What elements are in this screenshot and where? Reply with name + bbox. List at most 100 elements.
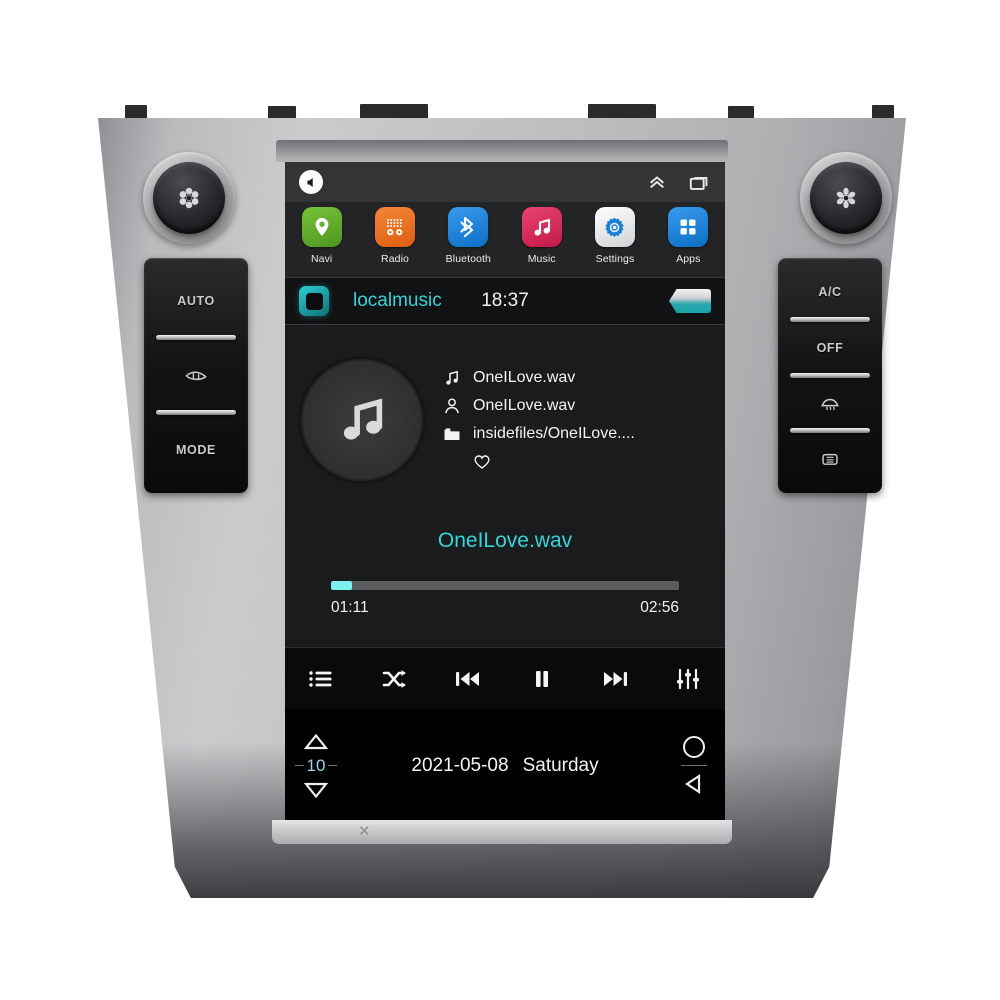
track-title-text: OneILove.wav: [473, 369, 576, 386]
equalizer-icon: [677, 668, 700, 689]
progress-fill: [331, 581, 352, 590]
progress-slider[interactable]: [331, 581, 679, 590]
nav-right-controls: [663, 709, 725, 822]
bottom-nav-bar: 10 2021-05-08 Saturday: [285, 709, 725, 822]
weekday-text: Saturday: [522, 754, 599, 776]
grid-apps-icon: [680, 219, 696, 235]
time-row: 01:11 02:56: [331, 599, 679, 617]
app-radio[interactable]: Radio: [358, 202, 431, 277]
off-button[interactable]: OFF: [778, 320, 882, 378]
volume-dash-right: [328, 764, 338, 767]
music-note-icon: [446, 370, 458, 385]
progress-zone: 01:11 02:56: [285, 567, 725, 647]
home-square-inner: [305, 292, 323, 310]
elapsed-time: 01:11: [331, 599, 369, 616]
navi-icon-tile: [301, 207, 342, 247]
next-track-icon: [603, 671, 627, 686]
media-title-bar: localmusic 18:37: [285, 277, 725, 325]
rear-defrost-icon: [185, 371, 207, 381]
pause-icon: [535, 670, 548, 687]
left-button-cluster: AUTO MODE: [144, 258, 248, 493]
app-music[interactable]: Music: [505, 202, 578, 277]
app-bluetooth[interactable]: Bluetooth: [432, 202, 505, 277]
app-label: Apps: [676, 253, 701, 265]
triangle-back-icon[interactable]: [683, 773, 705, 795]
circle-home-icon[interactable]: [683, 735, 705, 758]
app-label: Music: [527, 253, 556, 265]
album-art[interactable]: [301, 359, 423, 481]
app-apps[interactable]: Apps: [652, 202, 725, 277]
rear-window-defrost-button[interactable]: [778, 431, 882, 487]
car-head-unit: AUTO MODE A/C OFF Navi Radio Bluetooth M…: [0, 0, 1000, 1000]
shuffle-button[interactable]: [358, 668, 431, 690]
app-label: Settings: [595, 253, 635, 265]
recent-apps-icon[interactable]: [689, 173, 711, 192]
off-button-label: OFF: [816, 340, 844, 355]
temperature-knob[interactable]: [810, 162, 882, 234]
list-icon: [309, 670, 332, 687]
transport-bar: [285, 647, 725, 709]
date-display: 2021-05-08 Saturday: [347, 709, 663, 822]
person-icon: [445, 398, 459, 414]
front-defrost-button[interactable]: [778, 376, 882, 434]
track-path-row: insidefiles/OneILove....: [443, 425, 635, 443]
rear-defrost-button[interactable]: [144, 338, 248, 415]
music-note-icon: [343, 398, 383, 440]
nav-divider: [681, 764, 707, 767]
status-bar: [285, 162, 725, 202]
app-label: Navi: [310, 253, 333, 265]
bottom-lip-marker: ✕: [358, 823, 371, 840]
equalizer-button[interactable]: [652, 668, 725, 690]
triangle-down-icon[interactable]: [303, 782, 329, 799]
app-dock: Navi Radio Bluetooth Music Settings Apps: [285, 202, 725, 277]
back-arrow-chip[interactable]: [669, 289, 711, 313]
track-metadata: OneILove.wav OneILove.wav insidefiles/On…: [443, 369, 635, 471]
double-chevron-up-icon[interactable]: [647, 172, 667, 192]
total-time: 02:56: [640, 599, 679, 616]
home-square-icon[interactable]: [299, 286, 329, 316]
screen-top-lip: [276, 140, 728, 162]
now-playing-panel: OneILove.wav OneILove.wav insidefiles/On…: [285, 325, 725, 515]
left-knob-well: [143, 152, 235, 244]
mode-button-label: MODE: [176, 442, 216, 457]
folder-icon: [444, 428, 460, 440]
touchscreen[interactable]: Navi Radio Bluetooth Music Settings Apps…: [285, 162, 725, 822]
auto-button-label: AUTO: [177, 294, 215, 309]
right-knob-well: [800, 152, 892, 244]
previous-button[interactable]: [432, 668, 505, 690]
date-text: 2021-05-08: [411, 754, 509, 776]
app-label: Bluetooth: [445, 253, 491, 265]
track-title-banner: OneILove.wav: [285, 515, 725, 567]
track-title-row: OneILove.wav: [443, 369, 635, 387]
shuffle-icon: [382, 669, 406, 688]
media-source-label: localmusic: [353, 290, 442, 311]
track-title-large: OneILove.wav: [437, 529, 573, 552]
heart-icon: [474, 455, 490, 469]
playlist-button[interactable]: [285, 668, 358, 690]
settings-icon-tile: [594, 207, 635, 247]
next-button[interactable]: [578, 668, 651, 690]
favorite-row[interactable]: [443, 453, 635, 471]
speaker-icon[interactable]: [299, 170, 323, 194]
radio-icon: [386, 219, 403, 236]
music-note-icon: [534, 218, 550, 236]
blower-knob[interactable]: [153, 162, 225, 234]
triangle-up-icon[interactable]: [303, 733, 329, 750]
track-path-text: insidefiles/OneILove....: [473, 425, 635, 442]
apps-icon-tile: [668, 207, 709, 247]
screen-bottom-lip: [272, 820, 732, 844]
volume-stepper: 10: [285, 709, 347, 822]
music-icon-tile: [521, 207, 562, 247]
track-artist-row: OneILove.wav: [443, 397, 635, 415]
app-settings[interactable]: Settings: [578, 202, 651, 277]
previous-track-icon: [456, 671, 480, 686]
app-navi[interactable]: Navi: [285, 202, 358, 277]
mode-button[interactable]: MODE: [144, 413, 248, 487]
right-button-cluster: A/C OFF: [778, 258, 882, 493]
radio-icon-tile: [374, 207, 415, 247]
bluetooth-icon-tile: [448, 207, 489, 247]
pause-button[interactable]: [505, 668, 578, 690]
auto-button[interactable]: AUTO: [144, 264, 248, 341]
track-artist-text: OneILove.wav: [473, 397, 576, 414]
ac-button[interactable]: A/C: [778, 264, 882, 322]
